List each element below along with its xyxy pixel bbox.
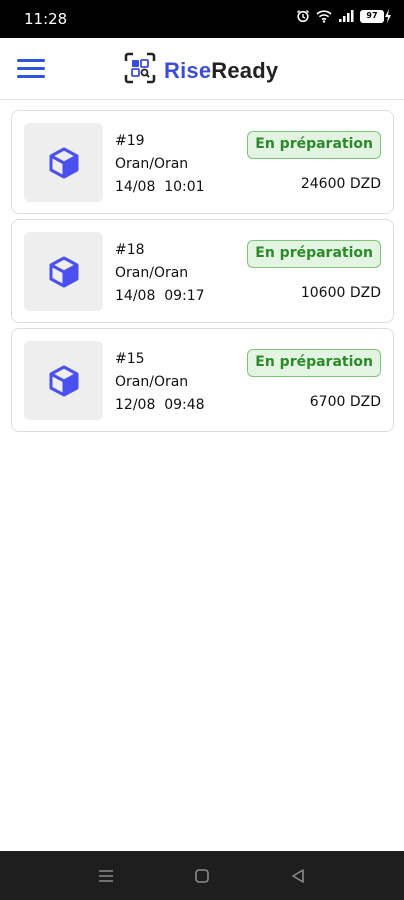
order-price: 6700 DZD	[309, 394, 381, 410]
order-date: 14/08 10:01	[115, 179, 205, 195]
order-id: #19	[115, 133, 145, 149]
status-badge: En préparation	[247, 131, 381, 159]
battery-icon: 97	[360, 9, 392, 23]
order-city: Oran/Oran	[115, 156, 189, 172]
order-thumbnail	[24, 232, 103, 311]
order-price: 24600 DZD	[300, 176, 381, 192]
home-icon[interactable]	[191, 865, 213, 887]
status-bar: 11:28 97	[0, 0, 404, 38]
status-badge: En préparation	[247, 349, 381, 377]
order-city: Oran/Oran	[115, 265, 189, 281]
charging-bolt-icon	[385, 9, 391, 23]
back-icon[interactable]	[287, 865, 309, 887]
order-card[interactable]: #15 Oran/Oran 12/08 09:48 En préparation…	[11, 328, 394, 432]
package-cube-icon	[49, 365, 78, 396]
order-date: 12/08 09:48	[115, 397, 205, 413]
wifi-icon	[316, 9, 332, 23]
brand-logo: RiseReady	[124, 52, 278, 89]
app-header: RiseReady	[0, 38, 404, 100]
order-city: Oran/Oran	[115, 374, 189, 390]
order-thumbnail	[24, 341, 103, 420]
status-icons: 97	[296, 9, 392, 23]
status-time: 11:28	[24, 10, 68, 28]
package-cube-icon	[49, 256, 78, 287]
alarm-icon	[296, 9, 310, 23]
order-card[interactable]: #19 Oran/Oran 14/08 10:01 En préparation…	[11, 110, 394, 214]
system-nav-bar	[0, 851, 404, 900]
order-id: #15	[115, 351, 145, 367]
order-date: 14/08 09:17	[115, 288, 205, 304]
order-thumbnail	[24, 123, 103, 202]
order-id: #18	[115, 242, 145, 258]
order-list: #19 Oran/Oran 14/08 10:01 En préparation…	[11, 110, 394, 437]
order-price: 10600 DZD	[300, 285, 381, 301]
order-card[interactable]: #18 Oran/Oran 14/08 09:17 En préparation…	[11, 219, 394, 323]
hamburger-menu-icon[interactable]	[14, 56, 48, 82]
recent-apps-icon[interactable]	[95, 865, 117, 887]
brand-scan-icon	[124, 52, 156, 89]
package-cube-icon	[49, 147, 78, 178]
status-badge: En préparation	[247, 240, 381, 268]
brand-name: RiseReady	[164, 57, 279, 83]
signal-icon	[338, 9, 354, 23]
battery-level: 97	[360, 9, 384, 23]
